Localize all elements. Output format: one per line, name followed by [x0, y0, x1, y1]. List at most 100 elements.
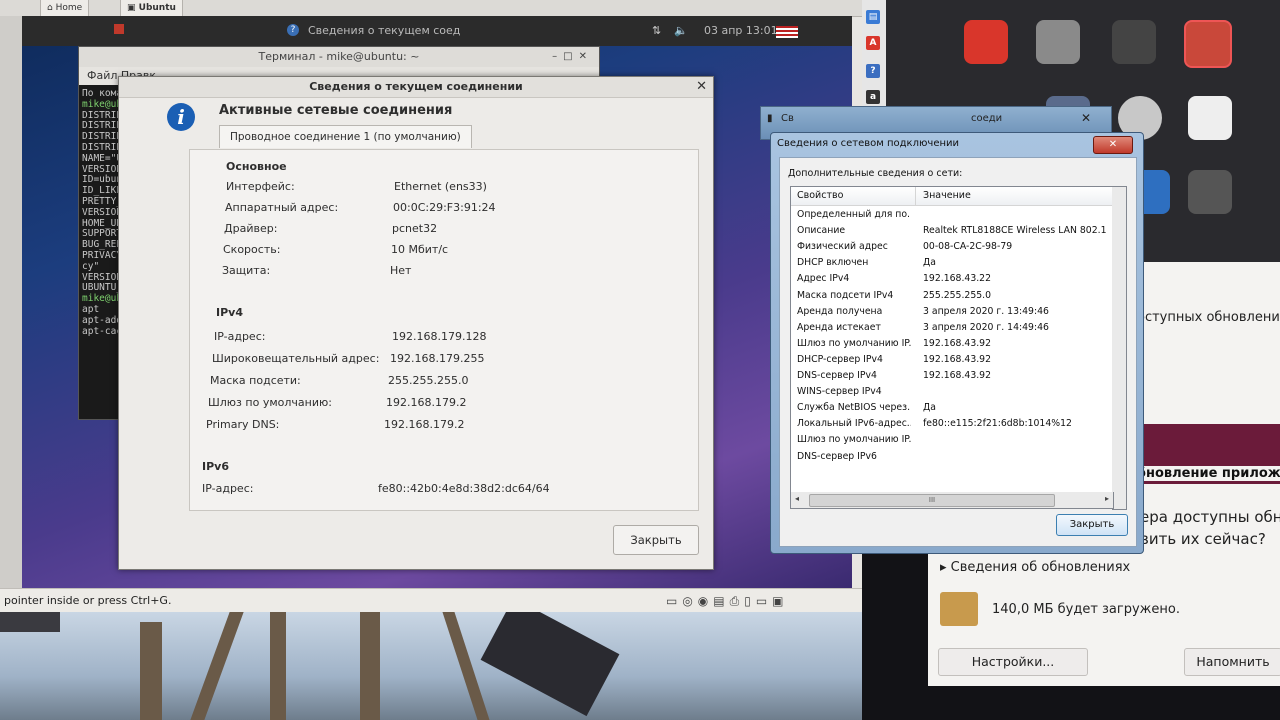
terminal-window-buttons[interactable]: –□✕ — [552, 47, 593, 67]
vm-device-icons[interactable]: ▭◎◉▤⎙▯▭▣ — [666, 594, 789, 609]
property-value: 192.168.43.92 — [923, 353, 992, 365]
status-hint: pointer inside or press Ctrl+G. — [4, 594, 172, 607]
list-item[interactable]: Определенный для по... — [791, 207, 1113, 223]
scroll-thumb[interactable]: III — [809, 494, 1055, 507]
volume-icon[interactable]: 🔈 — [674, 24, 688, 37]
list-item[interactable]: Аренда получена 3 апреля 2020 г. 13:49:46 — [791, 304, 1113, 320]
dialog-heading: Активные сетевые соединения — [219, 103, 453, 118]
column-value[interactable]: Значение — [923, 190, 971, 201]
app-center-icon[interactable] — [964, 20, 1008, 64]
info-value[interactable]: Ethernet (ens33) — [394, 180, 487, 193]
terminal-titlebar[interactable]: Терминал - mike@ubuntu: ~ –□✕ — [79, 47, 599, 67]
info-value[interactable]: pcnet32 — [392, 222, 437, 235]
tab-home-label: Home — [55, 3, 83, 13]
updates-question-1: ера доступны обно — [1140, 508, 1280, 526]
property-name: WINS-сервер IPv4 — [797, 386, 882, 398]
info-key: Драйвер: — [224, 222, 278, 235]
list-item[interactable]: Шлюз по умолчанию IP... — [791, 432, 1113, 448]
list-item[interactable]: Маска подсети IPv4 255.255.255.0 — [791, 288, 1113, 304]
document-icon[interactable]: ▤ — [866, 10, 880, 24]
info-value[interactable]: 10 Мбит/с — [391, 243, 448, 256]
list-item[interactable]: DHCP включен Да — [791, 255, 1113, 271]
property-name: Физический адрес — [797, 241, 888, 253]
list-item[interactable]: DNS-сервер IPv4 192.168.43.92 — [791, 368, 1113, 384]
property-value: 3 апреля 2020 г. 14:49:46 — [923, 321, 1049, 333]
clock[interactable]: 03 апр 13:01 — [704, 24, 778, 37]
signal-icon: ▮ — [767, 113, 773, 124]
app-a-icon[interactable]: A — [866, 36, 880, 50]
settings-button[interactable]: Настройки... — [938, 648, 1088, 676]
help-icon[interactable]: ? — [866, 64, 880, 78]
info-value[interactable]: 255.255.255.0 — [388, 374, 468, 387]
list-header: Свойство Значение — [791, 187, 1113, 206]
tab-wired-connection[interactable]: Проводное соединение 1 (по умолчанию) — [219, 125, 472, 148]
terminal-title: Терминал - mike@ubuntu: ~ — [258, 50, 420, 63]
list-item[interactable]: Локальный IPv6-адрес... fe80::e115:2f21:6… — [791, 416, 1113, 432]
terminal-app-icon[interactable] — [1112, 20, 1156, 64]
property-value: 00-08-CA-2C-98-79 — [923, 241, 1013, 253]
list-item[interactable]: Шлюз по умолчанию IP... 192.168.43.92 — [791, 336, 1113, 352]
network-details-list[interactable]: Свойство Значение Определенный для по...… — [790, 186, 1114, 494]
info-value[interactable]: Нет — [390, 264, 411, 277]
close-icon[interactable]: ✕ — [1093, 136, 1133, 154]
list-item[interactable]: Адрес IPv4 192.168.43.22 — [791, 271, 1113, 287]
column-property[interactable]: Свойство — [797, 190, 843, 201]
info-icon: i — [167, 103, 195, 131]
list-item[interactable]: DHCP-сервер IPv4 192.168.43.92 — [791, 352, 1113, 368]
utilities-folder-icon[interactable] — [1188, 170, 1232, 214]
info-value[interactable]: fe80::42b0:4e8d:38d2:dc64/64 — [378, 482, 550, 495]
close-button[interactable]: Закрыть — [613, 525, 699, 555]
close-button[interactable]: Закрыть — [1056, 514, 1128, 536]
property-name: Аренда получена — [797, 305, 883, 317]
scroll-left-icon[interactable]: ◂ — [795, 494, 799, 503]
property-name: Описание — [797, 225, 846, 237]
keyboard-layout-flag-icon[interactable] — [776, 26, 798, 38]
property-value: fe80::e115:2f21:6d8b:1014%12 — [923, 418, 1072, 430]
update-details-expander[interactable]: ▸ Сведения об обновлениях — [940, 560, 1130, 575]
info-value[interactable]: 192.168.179.2 — [384, 418, 464, 431]
info-value[interactable]: 00:0C:29:F3:91:24 — [393, 201, 496, 214]
dialog-client-area: Дополнительные сведения о сети: Свойство… — [779, 157, 1137, 547]
archive-icon[interactable] — [1188, 96, 1232, 140]
list-item[interactable]: Описание Realtek RTL8188CE Wireless LAN 8… — [791, 223, 1113, 239]
updates-question-2: вить их сейчас? — [1140, 530, 1266, 548]
software-updater-icon[interactable] — [1184, 20, 1232, 68]
tab-ubuntu[interactable]: ▣ Ubuntu — [120, 0, 183, 17]
ubuntu-top-panel: ? Сведения о текущем соед ⇅ 🔈 03 апр 13:… — [22, 16, 852, 46]
tab-ubuntu-label: Ubuntu — [138, 3, 176, 13]
help-icon: ? — [287, 24, 299, 36]
menu-icon[interactable] — [114, 24, 124, 34]
property-value: 3 апреля 2020 г. 13:49:46 — [923, 305, 1049, 317]
background-photo — [0, 612, 870, 720]
info-value[interactable]: 192.168.179.255 — [390, 352, 484, 365]
close-icon[interactable]: ✕ — [696, 77, 707, 97]
keyboard-icon[interactable] — [1036, 20, 1080, 64]
download-size-text: 140,0 МБ будет загружено. — [992, 602, 1180, 617]
property-value: Да — [923, 402, 936, 414]
dialog-titlebar[interactable]: Сведения о текущем соединении ✕ — [119, 77, 713, 98]
property-name: Определенный для по... — [797, 209, 911, 220]
info-value[interactable]: 192.168.179.2 — [386, 396, 466, 409]
network-connection-details-dialog: Сведения о сетевом подключении ✕ Дополни… — [770, 132, 1144, 554]
remind-later-button[interactable]: Напомнить — [1184, 648, 1280, 676]
scroll-right-icon[interactable]: ▸ — [1105, 494, 1109, 503]
list-item[interactable]: WINS-сервер IPv4 — [791, 384, 1113, 400]
list-item[interactable]: DNS-сервер IPv6 — [791, 449, 1113, 465]
tab-home[interactable]: ⌂ Home — [40, 0, 90, 17]
section-ipv6: IPv6 — [202, 460, 229, 473]
horizontal-scrollbar[interactable]: ◂ III ▸ — [790, 492, 1114, 509]
list-item[interactable]: Аренда истекает 3 апреля 2020 г. 14:49:46 — [791, 320, 1113, 336]
close-icon[interactable]: ✕ — [1081, 111, 1091, 125]
active-window-title[interactable]: Сведения о текущем соед — [308, 24, 460, 37]
info-key: Интерфейс: — [226, 180, 295, 193]
vertical-scrollbar[interactable] — [1112, 186, 1127, 510]
network-status-title: Св — [781, 113, 794, 124]
amazon-icon[interactable]: a — [866, 90, 880, 104]
property-value: 255.255.255.0 — [923, 289, 992, 301]
info-value[interactable]: 192.168.179.128 — [392, 330, 486, 343]
property-name: DHCP-сервер IPv4 — [797, 353, 883, 365]
list-item[interactable]: Служба NetBIOS через... Да — [791, 400, 1113, 416]
details-caption: Дополнительные сведения о сети: — [788, 168, 963, 179]
network-icon[interactable]: ⇅ — [652, 24, 661, 37]
list-item[interactable]: Физический адрес 00-08-CA-2C-98-79 — [791, 239, 1113, 255]
